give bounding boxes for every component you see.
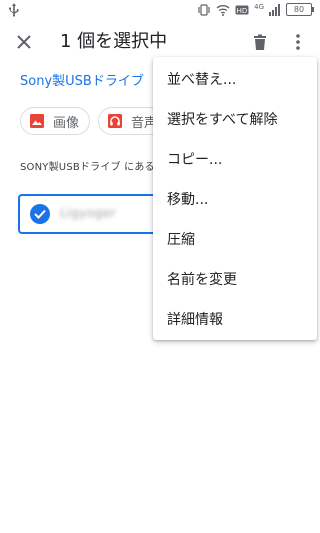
- breadcrumb[interactable]: Sony製USBドライブ: [20, 70, 144, 89]
- network-type-label: 4G: [254, 2, 264, 11]
- battery-level: 80: [293, 5, 305, 14]
- section-header: SONY製USBドライブ にある: [20, 162, 155, 173]
- menu-item-compress[interactable]: 圧縮: [153, 219, 317, 259]
- vibrate-icon: [197, 3, 211, 16]
- svg-text:HD: HD: [237, 7, 248, 15]
- check-icon[interactable]: [30, 204, 50, 224]
- close-icon[interactable]: [12, 30, 36, 54]
- chip-images[interactable]: 画像: [20, 107, 91, 135]
- battery-icon: 80: [286, 3, 314, 16]
- overflow-menu: 並べ替え... 選択をすべて解除 コピー... 移動... 圧縮 名前を変更 詳…: [153, 57, 317, 340]
- signal-icon: [269, 3, 281, 16]
- headphones-icon: [107, 113, 123, 129]
- delete-icon[interactable]: [248, 30, 272, 54]
- image-icon: [29, 113, 45, 129]
- file-name: Ligyoger: [60, 206, 117, 220]
- menu-item-sort[interactable]: 並べ替え...: [153, 59, 317, 99]
- file-item-selected[interactable]: Ligyoger: [18, 194, 168, 234]
- menu-item-move[interactable]: 移動...: [153, 179, 317, 219]
- usb-icon: [8, 3, 20, 17]
- hd-icon: HD: [235, 4, 249, 16]
- menu-item-rename[interactable]: 名前を変更: [153, 259, 317, 299]
- filter-chips: 画像 音声: [20, 107, 169, 135]
- menu-item-details[interactable]: 詳細情報: [153, 299, 317, 339]
- more-vert-icon[interactable]: [286, 30, 310, 54]
- chip-label: 画像: [53, 115, 80, 131]
- wifi-icon: [216, 4, 230, 16]
- selection-count-title: 1 個を選択中: [60, 31, 168, 52]
- menu-item-copy[interactable]: コピー...: [153, 139, 317, 179]
- top-app-bar: 1 個を選択中: [0, 22, 320, 62]
- status-bar: HD 4G 80: [0, 0, 320, 22]
- menu-item-deselect-all[interactable]: 選択をすべて解除: [153, 99, 317, 139]
